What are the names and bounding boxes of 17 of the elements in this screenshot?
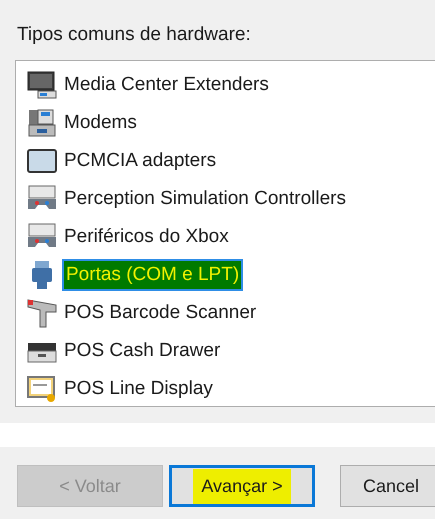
list-item[interactable]: Modems (64, 109, 137, 137)
list-item[interactable]: Portas (COM e LPT) (62, 259, 244, 291)
scanner-icon (26, 297, 58, 329)
display-icon (26, 373, 58, 405)
hardware-list[interactable]: Media Center Extenders Modems PCMCIA adapters Perception Simulation Controllers Periféricos do Xbox Portas (COM e LPT) POS Barcode Scanner POS Cash Drawer POS Line Display (15, 60, 435, 407)
list-item[interactable]: POS Cash Drawer (64, 337, 220, 365)
monitor-icon (26, 69, 58, 101)
list-item[interactable]: PCMCIA adapters (64, 147, 216, 175)
wizard-button[interactable]: Cancel (340, 465, 435, 507)
list-label: Tipos comuns de hardware: (17, 23, 251, 47)
list-item[interactable]: Perception Simulation Controllers (64, 185, 346, 213)
wizard-button[interactable]: Avançar > (169, 465, 315, 507)
list-item[interactable]: POS Line Display (64, 375, 213, 403)
list-item[interactable]: Media Center Extenders (64, 71, 269, 99)
modem-icon (26, 107, 58, 139)
list-item[interactable]: POS Barcode Scanner (64, 299, 256, 327)
list-item[interactable]: Periféricos do Xbox (64, 223, 229, 251)
